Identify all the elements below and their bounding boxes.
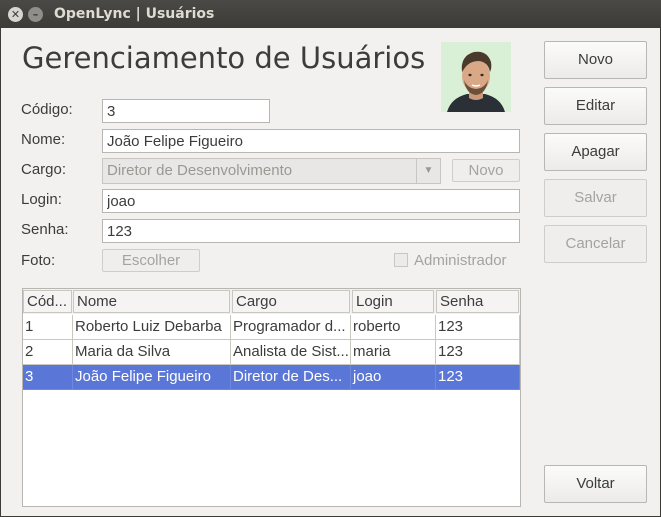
admin-checkbox[interactable]: [394, 253, 408, 267]
nome-field[interactable]: [102, 129, 520, 153]
table-row[interactable]: 2 Maria da Silva Analista de Sist... mar…: [23, 340, 520, 365]
table-cell: Programador d...: [231, 315, 351, 340]
table-cell: 1: [23, 315, 73, 340]
minimize-icon[interactable]: –: [28, 7, 43, 22]
column-header-codigo[interactable]: Cód...: [23, 290, 72, 313]
cargo-label: Cargo:: [21, 161, 67, 178]
codigo-field[interactable]: [102, 99, 270, 123]
table-header: Cód... Nome Cargo Login Senha: [23, 289, 520, 314]
cargo-select-value: Diretor de Desenvolvimento: [107, 162, 293, 179]
cargo-select[interactable]: Diretor de Desenvolvimento ▼: [102, 158, 441, 184]
admin-checkbox-label: Administrador: [414, 252, 507, 269]
main-window: Gerenciamento de Usuários Código: Nome: …: [1, 28, 660, 516]
table-cell: Roberto Luiz Debarba: [73, 315, 231, 340]
column-header-senha[interactable]: Senha: [436, 290, 519, 313]
codigo-label: Código:: [21, 101, 73, 118]
save-button[interactable]: Salvar: [544, 179, 647, 217]
cancel-button[interactable]: Cancelar: [544, 225, 647, 263]
table-cell: Diretor de Des...: [231, 365, 351, 390]
login-field[interactable]: [102, 189, 520, 213]
senha-field[interactable]: [102, 219, 520, 243]
senha-label: Senha:: [21, 221, 69, 238]
delete-button[interactable]: Apagar: [544, 133, 647, 171]
avatar-image: [441, 42, 511, 112]
table-cell: João Felipe Figueiro: [73, 365, 231, 390]
table-row-selected[interactable]: 3 João Felipe Figueiro Diretor de Des...…: [23, 365, 520, 390]
edit-button[interactable]: Editar: [544, 87, 647, 125]
column-header-nome[interactable]: Nome: [73, 290, 230, 313]
table-cell: 123: [436, 340, 520, 365]
table-cell: 123: [436, 365, 520, 390]
column-header-cargo[interactable]: Cargo: [232, 290, 350, 313]
page-title: Gerenciamento de Usuários: [22, 41, 426, 75]
nome-label: Nome:: [21, 131, 66, 148]
users-table: Cód... Nome Cargo Login Senha 1 Roberto …: [22, 288, 521, 507]
table-cell: Maria da Silva: [73, 340, 231, 365]
title-bar: ✕ – OpenLync | Usuários: [0, 0, 661, 28]
foto-label: Foto:: [21, 252, 56, 269]
user-photo: [441, 42, 511, 112]
table-row[interactable]: 1 Roberto Luiz Debarba Programador d... …: [23, 315, 520, 340]
table-cell: 2: [23, 340, 73, 365]
table-cell: Analista de Sist...: [231, 340, 351, 365]
table-cell: 123: [436, 315, 520, 340]
table-cell: joao: [351, 365, 436, 390]
choose-photo-button[interactable]: Escolher: [102, 249, 200, 272]
table-cell: maria: [351, 340, 436, 365]
admin-checkbox-wrap[interactable]: Administrador: [394, 252, 507, 269]
window-title: OpenLync | Usuários: [54, 6, 215, 22]
table-cell: 3: [23, 365, 73, 390]
login-label: Login:: [21, 191, 62, 208]
back-button[interactable]: Voltar: [544, 465, 647, 503]
table-cell: roberto: [351, 315, 436, 340]
close-icon[interactable]: ✕: [8, 7, 23, 22]
column-header-login[interactable]: Login: [352, 290, 434, 313]
chevron-down-icon[interactable]: ▼: [416, 159, 440, 183]
new-button[interactable]: Novo: [544, 41, 647, 79]
new-cargo-button[interactable]: Novo: [452, 159, 520, 182]
